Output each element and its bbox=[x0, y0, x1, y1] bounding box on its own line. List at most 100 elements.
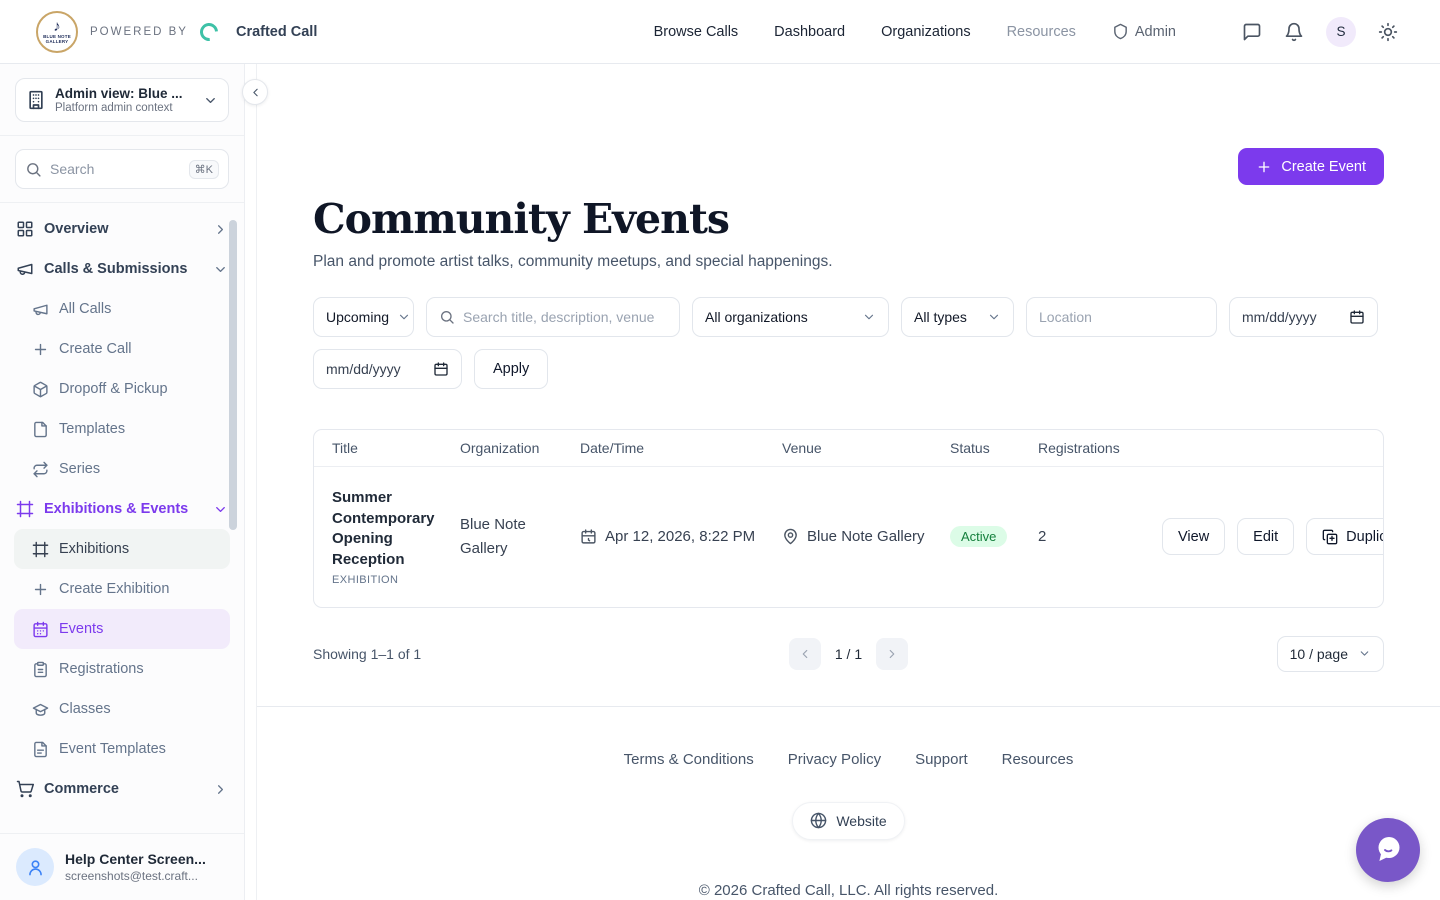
events-table: Title Organization Date/Time Venue Statu… bbox=[313, 429, 1384, 608]
sidebar-item-event-templates[interactable]: Event Templates bbox=[14, 729, 230, 769]
frame-icon bbox=[16, 500, 34, 518]
date-from-input[interactable]: mm/dd/yyyy bbox=[1229, 297, 1378, 337]
theme-toggle-sun-icon[interactable] bbox=[1378, 22, 1398, 42]
globe-icon bbox=[810, 812, 827, 829]
sidebar-item-create-call[interactable]: Create Call bbox=[14, 329, 230, 369]
sidebar-collapse-button[interactable] bbox=[242, 79, 268, 105]
nav-dashboard[interactable]: Dashboard bbox=[774, 24, 845, 40]
column-header-datetime: Date/Time bbox=[580, 430, 782, 466]
column-header-organization: Organization bbox=[460, 430, 580, 466]
location-filter[interactable] bbox=[1026, 297, 1217, 337]
chat-icon[interactable] bbox=[1242, 22, 1262, 42]
website-button[interactable]: Website bbox=[792, 802, 904, 840]
page-indicator: 1 / 1 bbox=[835, 646, 862, 662]
sidebar-item-calls-submissions[interactable]: Calls & Submissions bbox=[0, 249, 244, 289]
chevron-right-icon bbox=[885, 647, 899, 661]
layout-grid-icon bbox=[16, 220, 34, 238]
sidebar-item-classes[interactable]: Classes bbox=[14, 689, 230, 729]
status-filter-select[interactable]: Upcoming bbox=[313, 297, 414, 337]
footer-link-support[interactable]: Support bbox=[915, 751, 968, 768]
page-title: Community Events bbox=[313, 195, 1384, 243]
organization-filter-select[interactable]: All organizations bbox=[692, 297, 889, 337]
event-datetime-cell: Apr 12, 2026, 8:22 PM bbox=[580, 467, 782, 607]
sidebar-item-events[interactable]: Events bbox=[14, 609, 230, 649]
footer-link-privacy[interactable]: Privacy Policy bbox=[788, 751, 881, 768]
table-row: Summer Contemporary Opening Reception EX… bbox=[314, 467, 1383, 607]
logo-text: BLUE NOTEGALLERY bbox=[43, 34, 71, 44]
user-email: screenshots@test.craft... bbox=[65, 869, 206, 883]
sidebar-item-exhibitions-events[interactable]: Exhibitions & Events bbox=[0, 489, 244, 529]
sidebar-item-series[interactable]: Series bbox=[14, 449, 230, 489]
user-name: Help Center Screen... bbox=[65, 851, 206, 867]
apply-filters-button[interactable]: Apply bbox=[474, 349, 548, 389]
chevron-right-icon bbox=[213, 222, 228, 237]
nav-browse-calls[interactable]: Browse Calls bbox=[654, 24, 739, 40]
sidebar-item-all-calls[interactable]: All Calls bbox=[14, 289, 230, 329]
calendar-clock-icon bbox=[580, 528, 597, 545]
column-header-registrations: Registrations bbox=[1038, 430, 1162, 466]
shopping-cart-icon bbox=[16, 780, 34, 798]
sidebar-item-create-exhibition[interactable]: Create Exhibition bbox=[14, 569, 230, 609]
column-header-title: Title bbox=[314, 430, 460, 466]
brand: ♪ BLUE NOTEGALLERY POWERED BY Crafted Ca… bbox=[36, 11, 317, 53]
sidebar-item-registrations[interactable]: Registrations bbox=[14, 649, 230, 689]
filters-bar: Upcoming All organizations All types mm/… bbox=[313, 297, 1384, 389]
search-events-input[interactable] bbox=[463, 309, 667, 325]
sidebar-item-dropoff-pickup[interactable]: Dropoff & Pickup bbox=[14, 369, 230, 409]
search-filter[interactable] bbox=[426, 297, 680, 337]
view-button[interactable]: View bbox=[1162, 518, 1225, 555]
nav-organizations[interactable]: Organizations bbox=[881, 24, 970, 40]
date-to-input[interactable]: mm/dd/yyyy bbox=[313, 349, 462, 389]
chat-widget-button[interactable] bbox=[1356, 818, 1420, 882]
table-header-row: Title Organization Date/Time Venue Statu… bbox=[314, 430, 1383, 467]
megaphone-icon bbox=[16, 260, 34, 278]
event-title: Summer Contemporary Opening Reception bbox=[332, 488, 448, 571]
crafted-call-wordmark: Crafted Call bbox=[236, 24, 317, 40]
footer-link-terms[interactable]: Terms & Conditions bbox=[624, 751, 754, 768]
chevron-down-icon bbox=[203, 93, 218, 108]
status-badge: Active bbox=[950, 526, 1007, 547]
sidebar-item-exhibitions[interactable]: Exhibitions bbox=[14, 529, 230, 569]
plus-icon bbox=[32, 581, 49, 598]
copy-plus-icon bbox=[1322, 529, 1338, 545]
chat-bubble-icon bbox=[1371, 833, 1405, 867]
pagination-summary: Showing 1–1 of 1 bbox=[313, 646, 789, 662]
type-filter-select[interactable]: All types bbox=[901, 297, 1014, 337]
nav-resources[interactable]: Resources bbox=[1007, 24, 1076, 40]
pagination-bar: Showing 1–1 of 1 1 / 1 10 / page bbox=[313, 636, 1384, 672]
sidebar-item-overview[interactable]: Overview bbox=[0, 209, 244, 249]
footer-link-resources[interactable]: Resources bbox=[1002, 751, 1074, 768]
column-header-actions bbox=[1162, 430, 1383, 466]
search-icon bbox=[25, 161, 42, 178]
previous-page-button[interactable] bbox=[789, 638, 821, 670]
main-content: Create Event Community Events Plan and p… bbox=[256, 64, 1440, 900]
megaphone-icon bbox=[32, 301, 49, 318]
create-event-button[interactable]: Create Event bbox=[1238, 148, 1384, 185]
top-navigation: Browse Calls Dashboard Organizations Res… bbox=[654, 17, 1398, 47]
sidebar-scrollbar[interactable] bbox=[229, 220, 237, 530]
per-page-select[interactable]: 10 / page bbox=[1277, 636, 1384, 672]
chevron-left-icon bbox=[798, 647, 812, 661]
search-input[interactable] bbox=[50, 161, 181, 177]
sidebar-search[interactable]: ⌘K bbox=[15, 149, 229, 189]
package-icon bbox=[32, 381, 49, 398]
chevron-left-icon bbox=[249, 86, 262, 99]
frame-icon bbox=[32, 541, 49, 558]
footer: Terms & Conditions Privacy Policy Suppor… bbox=[313, 707, 1384, 900]
admin-context-switcher[interactable]: Admin view: Blue ... Platform admin cont… bbox=[15, 78, 229, 122]
next-page-button[interactable] bbox=[876, 638, 908, 670]
graduation-cap-icon bbox=[32, 701, 49, 718]
bell-icon[interactable] bbox=[1284, 22, 1304, 42]
chevron-down-icon bbox=[213, 262, 228, 277]
sidebar-item-commerce[interactable]: Commerce bbox=[0, 769, 244, 809]
user-avatar[interactable]: S bbox=[1326, 17, 1356, 47]
location-input[interactable] bbox=[1039, 309, 1204, 325]
sidebar-item-templates[interactable]: Templates bbox=[14, 409, 230, 449]
nav-admin[interactable]: Admin bbox=[1112, 23, 1176, 40]
search-icon bbox=[439, 309, 455, 325]
sidebar-user-card[interactable]: Help Center Screen... screenshots@test.c… bbox=[0, 833, 244, 900]
duplicate-button[interactable]: Duplicate bbox=[1306, 518, 1384, 555]
edit-button[interactable]: Edit bbox=[1237, 518, 1294, 555]
shield-icon bbox=[1112, 23, 1129, 40]
plus-icon bbox=[1256, 159, 1272, 175]
